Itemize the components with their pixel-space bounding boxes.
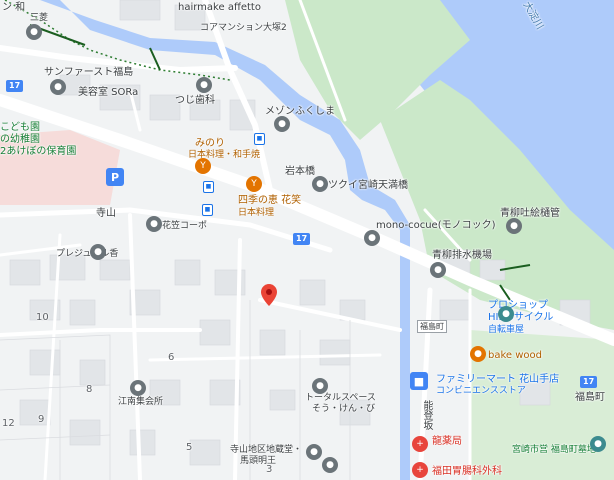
label-bakewood: bake wood [488,350,543,361]
label-prelude: プレジュール香 [56,249,119,259]
label-kodomo1: こども園 [0,122,40,133]
fork-knife-icon[interactable]: Y [195,158,211,174]
poi-marker-icon[interactable]: ● [130,380,146,396]
poi-marker-icon[interactable]: ● [26,24,42,40]
bus-stop-icon[interactable]: ■ [254,133,265,145]
pharmacy-icon[interactable]: + [412,436,428,452]
label-tsuji: つじ歯科 [175,95,215,106]
poi-marker-icon[interactable]: ● [506,218,522,234]
block-number: 8 [86,384,93,395]
map-canvas[interactable]: hairmake affetto コアマンション大塚2 大淀川 三菱 ン 和 サ… [0,0,614,480]
shop-icon[interactable]: ■ [410,372,428,390]
poi-marker-icon[interactable]: ● [146,216,162,232]
fork-knife-icon[interactable]: Y [246,176,262,192]
route-17-shield: 17 [293,233,311,245]
label-akebono: 2あけぼの保育園 [0,146,77,157]
sign-fukushima: 福島町 [417,320,447,333]
poi-marker-icon[interactable]: ● [430,262,446,278]
label-maison: メゾンふくしま [265,106,335,117]
block-number: 3 [266,464,273,475]
hospital-icon[interactable]: + [412,462,428,478]
label-fukushimacho: 福島町 [575,392,605,403]
label-proshop: プロショップ [488,300,548,311]
label-kodomo2: の幼稚園 [0,134,40,145]
label-aoyagi-drain: 青柳排水機場 [432,250,492,261]
poi-marker-icon[interactable]: ● [312,176,328,192]
block-number: 12 [2,418,15,429]
label-edafuku: 江南集会所 [118,397,164,407]
block-number: 6 [168,352,175,363]
poi-marker-icon[interactable]: ● [312,378,328,394]
bus-stop-icon[interactable]: ■ [202,204,213,216]
label-coamansion: コアマンション大塚2 [200,23,287,33]
label-noto: 能登坂 [421,400,432,430]
parking-icon[interactable]: P [106,168,124,186]
label-biyoshitsu: 美容室 SORa [78,87,139,98]
label-familymart-sub: コンビニエンスストア [436,386,526,396]
label-mono: mono-cocue(モノコック) [376,220,496,231]
label-tsukui: ツクイ宮崎天満橋 [328,180,408,191]
label-kazu: ン 和 [2,2,26,13]
poi-marker-icon[interactable]: ● [90,244,106,260]
map-pin-icon[interactable] [261,284,277,306]
route-17-shield: 17 [580,376,598,388]
block-number: 5 [186,442,193,453]
route-17-shield: 17 [6,80,24,92]
label-hino-sub: 自転車屋 [488,325,525,335]
poi-marker-icon[interactable]: ● [306,444,322,460]
label-fukuda: 福田胃腸科外科 [432,466,502,477]
label-hairmake: hairmake affetto [178,2,261,13]
label-cemetery: 宮崎市営 福島町墓地 [512,445,596,455]
label-sanryo: 三菱 [30,13,49,23]
poi-marker-icon[interactable]: ● [322,457,338,473]
poi-marker-icon[interactable]: ● [274,116,290,132]
poi-marker-icon[interactable]: ● [50,79,66,95]
label-pharmacy: 龍薬局 [432,436,462,447]
block-number: 10 [36,312,49,323]
label-sunfirst: サンファースト福島 [44,67,134,78]
label-hanazonocorpo: 花笠コーポ [162,221,208,231]
bus-stop-icon[interactable]: ■ [203,181,214,193]
poi-marker-icon[interactable]: ● [498,306,514,322]
poi-marker-icon[interactable]: ● [364,230,380,246]
label-totalspace2: そう・けん・び [312,404,376,414]
label-shiki: 四季の恵 花笑 [238,195,302,206]
label-iwamotobashi: 岩本橋 [285,166,315,177]
block-number: 9 [38,414,45,425]
bakery-icon[interactable]: ● [470,346,486,362]
label-shiki-sub: 日本料理 [238,208,275,218]
poi-marker-icon[interactable]: ● [196,77,212,93]
poi-marker-icon[interactable]: ● [590,436,606,452]
label-terayama: 寺山 [96,208,116,219]
